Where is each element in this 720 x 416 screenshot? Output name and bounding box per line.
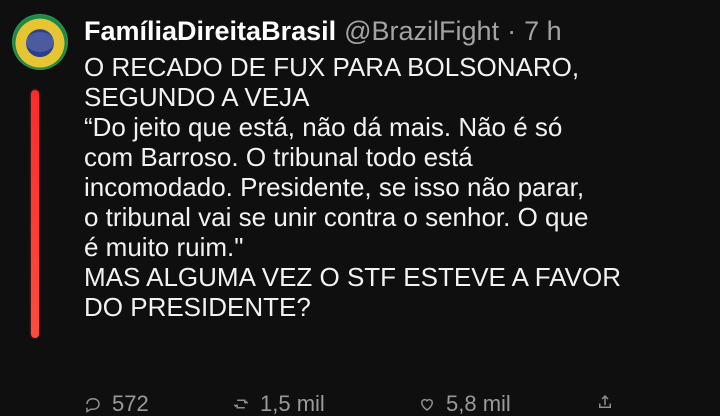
tweet-header: FamíliaDireitaBrasil @BrazilFight · 7 h bbox=[84, 14, 710, 48]
tweet-line: incomodado. Presidente, se isso não para… bbox=[84, 172, 585, 202]
reply-count: 572 bbox=[112, 391, 149, 416]
tweet-line: MAS ALGUMA VEZ O STF ESTEVE A FAVOR bbox=[84, 262, 621, 292]
heart-icon bbox=[418, 395, 436, 413]
username[interactable]: @BrazilFight bbox=[344, 14, 499, 48]
share-icon bbox=[596, 393, 614, 411]
tweet-line: O RECADO DE FUX PARA BOLSONARO, bbox=[84, 52, 580, 82]
tweet-line: o tribunal vai se unir contra o senhor. … bbox=[84, 202, 589, 232]
share-button[interactable] bbox=[596, 393, 614, 411]
retweet-icon bbox=[232, 395, 250, 413]
avatar[interactable] bbox=[12, 14, 68, 70]
timestamp[interactable]: 7 h bbox=[524, 14, 562, 48]
retweet-button[interactable]: 1,5 mil bbox=[232, 393, 325, 415]
like-button[interactable]: 5,8 mil bbox=[418, 393, 511, 415]
tweet-body: O RECADO DE FUX PARA BOLSONARO, SEGUNDO … bbox=[84, 52, 710, 322]
display-name[interactable]: FamíliaDireitaBrasil bbox=[84, 14, 336, 48]
avatar-icon bbox=[26, 32, 54, 52]
like-count: 5,8 mil bbox=[446, 391, 511, 416]
tweet-card: FamíliaDireitaBrasil @BrazilFight · 7 h … bbox=[84, 14, 710, 322]
separator: · bbox=[507, 16, 517, 46]
reply-icon bbox=[84, 395, 102, 413]
tweet-line: SEGUNDO A VEJA bbox=[84, 82, 310, 112]
thread-line bbox=[31, 90, 39, 338]
tweet-line: com Barroso. O tribunal todo está bbox=[84, 142, 473, 172]
tweet-actions: 572 1,5 mil 5,8 mil bbox=[84, 393, 644, 415]
tweet-line: “Do jeito que está, não dá mais. Não é s… bbox=[84, 112, 563, 142]
tweet-line: é muito ruim." bbox=[84, 232, 244, 262]
tweet-line: DO PRESIDENTE? bbox=[84, 292, 311, 322]
retweet-count: 1,5 mil bbox=[260, 391, 325, 416]
reply-button[interactable]: 572 bbox=[84, 393, 149, 415]
